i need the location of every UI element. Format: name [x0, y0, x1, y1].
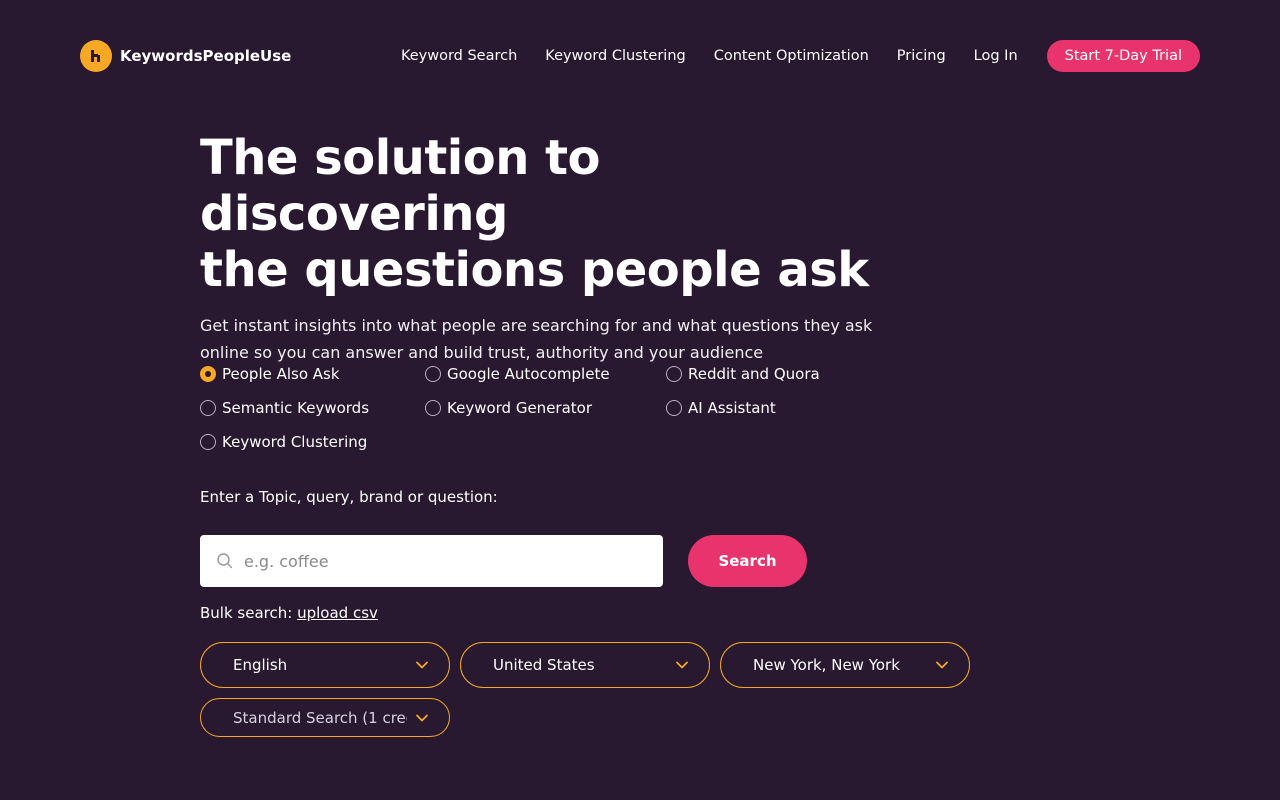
- search-button[interactable]: Search: [688, 535, 807, 587]
- language-select[interactable]: English: [200, 642, 450, 688]
- radio-icon: [425, 366, 441, 382]
- search-icon: [217, 553, 233, 569]
- nav-content-optimization[interactable]: Content Optimization: [714, 48, 869, 64]
- hero-title-line-2: the questions people ask: [200, 242, 869, 298]
- radio-icon: [666, 366, 682, 382]
- option-label: Keyword Clustering: [222, 433, 368, 451]
- option-label: Reddit and Quora: [688, 365, 820, 383]
- option-label: Google Autocomplete: [447, 365, 610, 383]
- option-google-autocomplete[interactable]: Google Autocomplete: [425, 365, 666, 383]
- option-keyword-clustering[interactable]: Keyword Clustering: [200, 433, 425, 451]
- search-input[interactable]: [244, 551, 634, 571]
- radio-checked-icon: [200, 366, 216, 382]
- chevron-down-icon: [936, 661, 948, 669]
- option-ai-assistant[interactable]: AI Assistant: [666, 399, 776, 417]
- chevron-down-icon: [676, 661, 688, 669]
- radio-icon: [200, 400, 216, 416]
- nav-keyword-search[interactable]: Keyword Search: [401, 48, 517, 64]
- option-label: AI Assistant: [688, 399, 776, 417]
- upload-csv-link[interactable]: upload csv: [297, 604, 378, 622]
- hero-title-line-1: The solution to discovering: [200, 130, 601, 242]
- bulk-search: Bulk search: upload csv: [200, 604, 378, 622]
- location-select[interactable]: New York, New York: [720, 642, 970, 688]
- option-people-also-ask[interactable]: People Also Ask: [200, 365, 425, 383]
- option-keyword-generator[interactable]: Keyword Generator: [425, 399, 666, 417]
- start-trial-button[interactable]: Start 7-Day Trial: [1046, 40, 1200, 72]
- chevron-down-icon: [416, 714, 428, 721]
- page: KeywordsPeopleUse Keyword Search Keyword…: [0, 0, 1280, 800]
- search-label: Enter a Topic, query, brand or question:: [200, 488, 498, 506]
- brand-name: KeywordsPeopleUse: [120, 47, 292, 65]
- header: KeywordsPeopleUse Keyword Search Keyword…: [80, 40, 1200, 72]
- country-select[interactable]: United States: [460, 642, 710, 688]
- language-value: English: [233, 656, 288, 674]
- radio-icon: [425, 400, 441, 416]
- option-semantic-keywords[interactable]: Semantic Keywords: [200, 399, 425, 417]
- radio-icon: [200, 434, 216, 450]
- nav-pricing[interactable]: Pricing: [897, 48, 946, 64]
- option-label: People Also Ask: [222, 365, 340, 383]
- chevron-down-icon: [416, 661, 428, 669]
- hero: The solution to discovering the question…: [200, 130, 920, 366]
- main-nav: Keyword Search Keyword Clustering Conten…: [401, 40, 1200, 72]
- radio-icon: [666, 400, 682, 416]
- option-label: Semantic Keywords: [222, 399, 370, 417]
- logo-icon: [80, 40, 112, 72]
- bulk-search-label: Bulk search:: [200, 604, 293, 622]
- nav-keyword-clustering[interactable]: Keyword Clustering: [545, 48, 685, 64]
- hero-title: The solution to discovering the question…: [200, 130, 920, 298]
- search-mode-select[interactable]: Standard Search (1 credit): [200, 698, 450, 737]
- option-reddit-and-quora[interactable]: Reddit and Quora: [666, 365, 820, 383]
- search-box[interactable]: [200, 535, 663, 587]
- brand-logo[interactable]: KeywordsPeopleUse: [80, 40, 291, 72]
- search-mode-value: Standard Search (1 credit): [233, 708, 407, 727]
- country-value: United States: [493, 656, 595, 674]
- option-label: Keyword Generator: [447, 399, 593, 417]
- search-type-options: People Also Ask Google Autocomplete Redd…: [200, 357, 880, 459]
- nav-log-in[interactable]: Log In: [974, 48, 1018, 64]
- location-value: New York, New York: [753, 656, 900, 674]
